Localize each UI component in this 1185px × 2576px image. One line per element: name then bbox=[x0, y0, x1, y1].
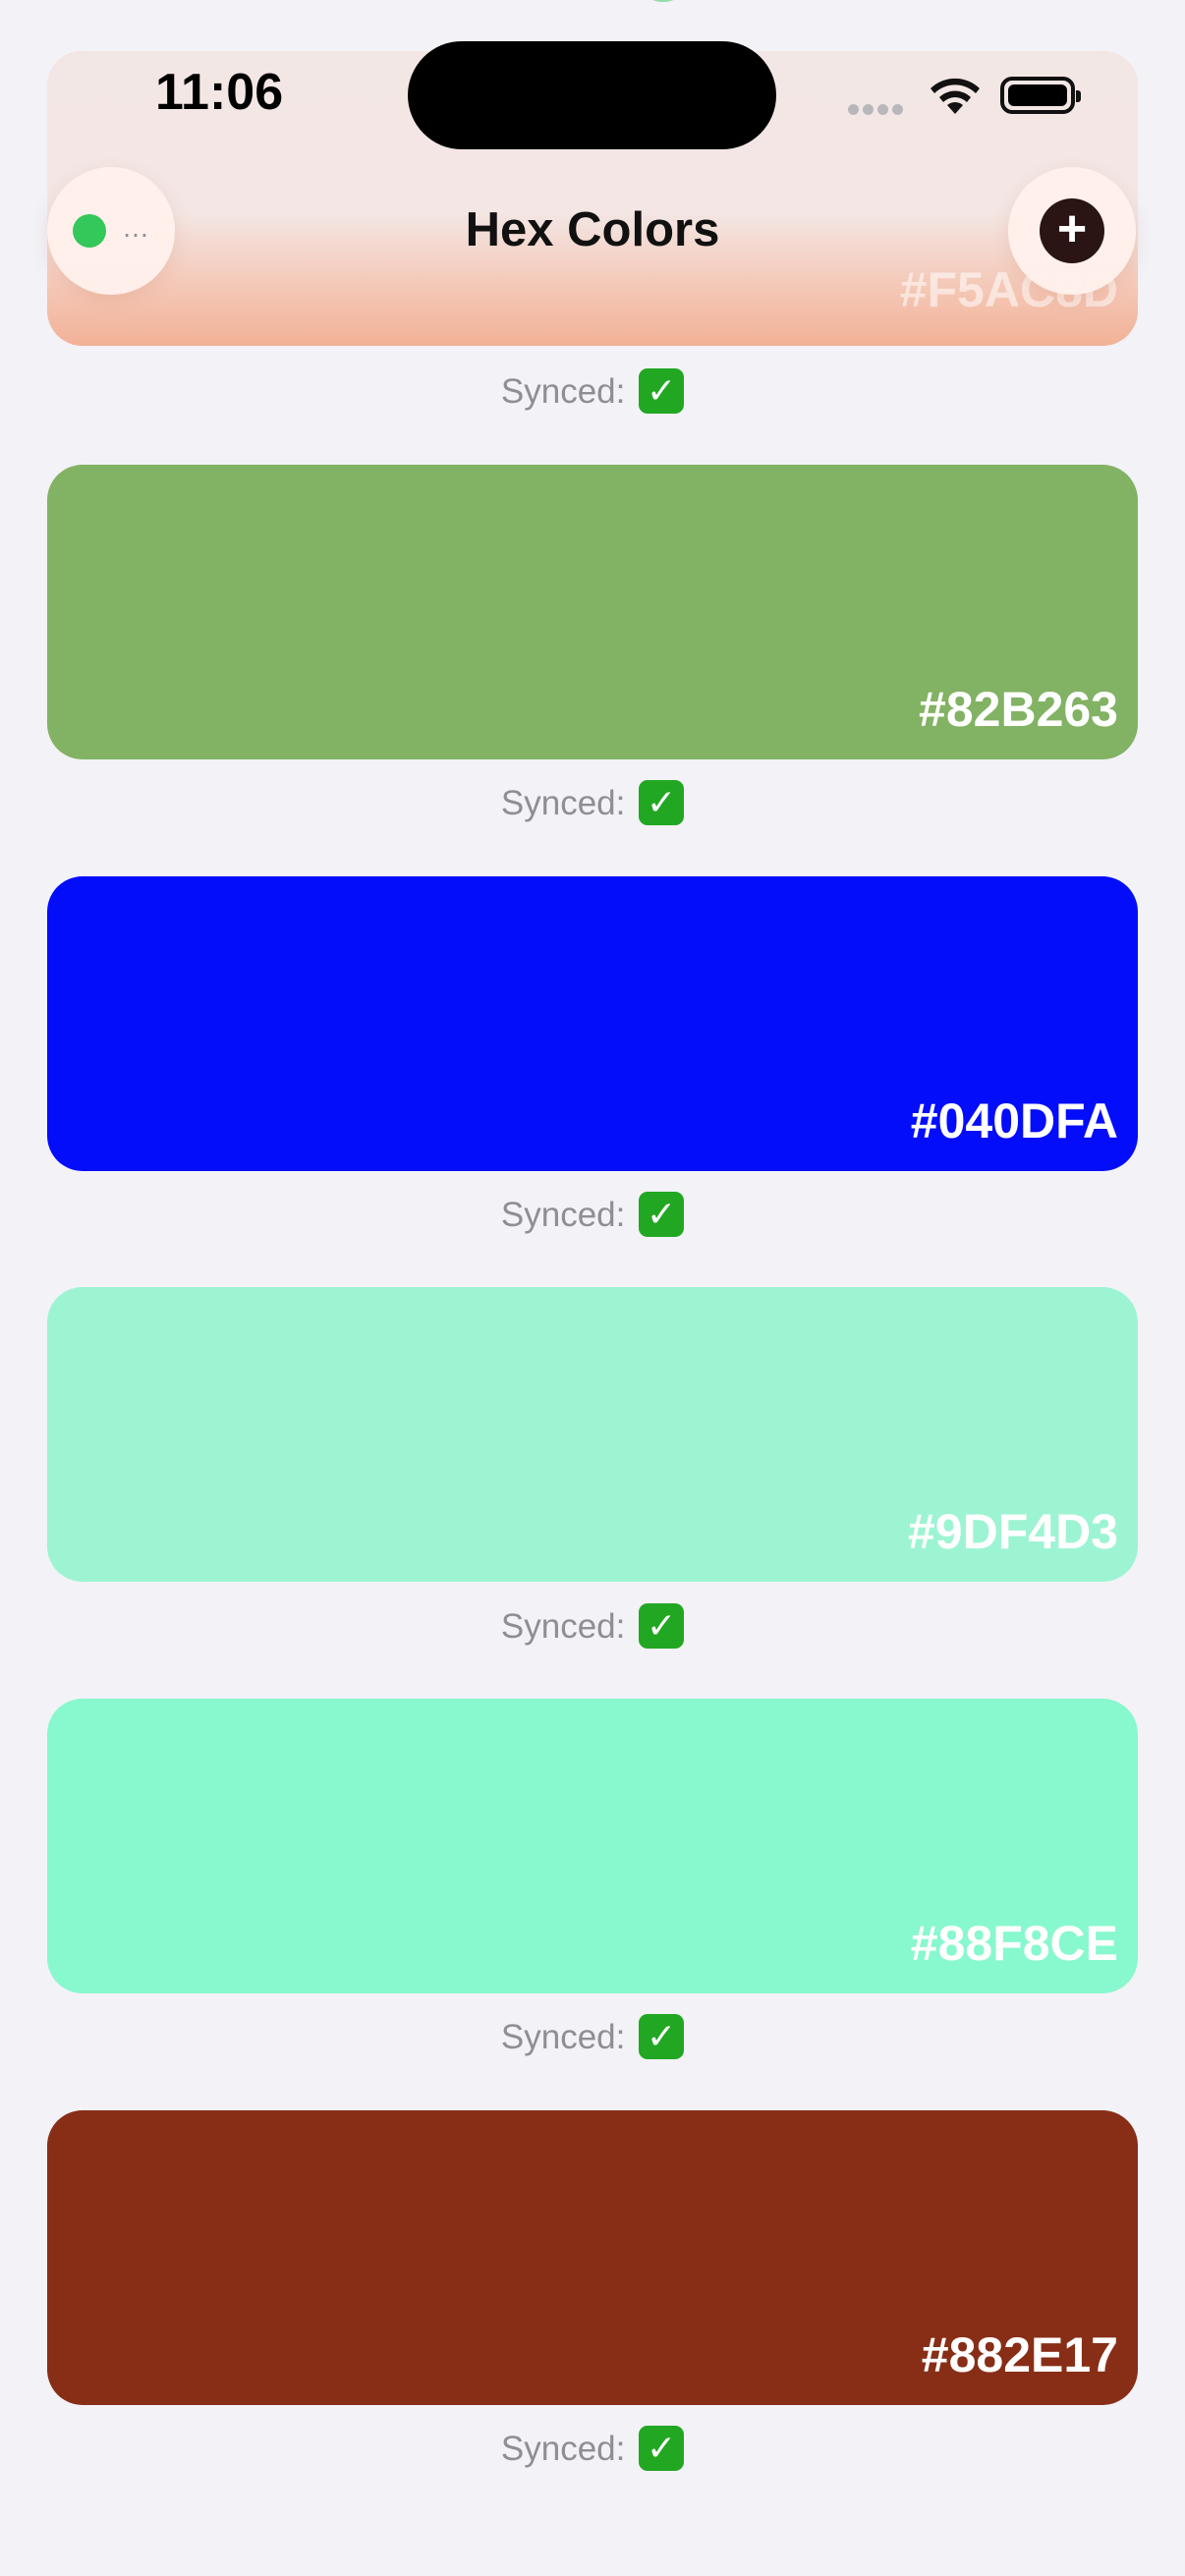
color-card[interactable]: #82B263 bbox=[47, 465, 1138, 759]
hex-label: #882E17 bbox=[921, 2327, 1118, 2382]
sync-status: Synced: ✓ bbox=[0, 2013, 1185, 2062]
check-icon: ✓ bbox=[639, 779, 685, 825]
color-card[interactable]: #882E17 bbox=[47, 2110, 1138, 2405]
sync-label: Synced: bbox=[500, 784, 626, 822]
sync-label: Synced: bbox=[500, 1196, 626, 1234]
sync-label: Synced: bbox=[500, 2430, 626, 2468]
color-card[interactable]: #88F8CE bbox=[47, 1699, 1138, 1993]
sync-label: Synced: bbox=[500, 1607, 626, 1646]
add-color-button[interactable]: + bbox=[1008, 167, 1136, 295]
sync-status: Synced: ✓ bbox=[0, 367, 1185, 417]
color-card[interactable]: #9DF4D3 bbox=[47, 1287, 1138, 1582]
sync-status: Synced: ✓ bbox=[0, 779, 1185, 828]
hex-label: #9DF4D3 bbox=[908, 1504, 1118, 1559]
status-time: 11:06 bbox=[155, 64, 284, 121]
sync-status: Synced: ✓ bbox=[0, 2425, 1185, 2474]
sync-label: Synced: bbox=[500, 372, 626, 411]
sync-status: Synced: ✓ bbox=[0, 1602, 1185, 1652]
sync-label: Synced: bbox=[500, 2018, 626, 2056]
hex-label: #82B263 bbox=[919, 682, 1118, 737]
wifi-icon bbox=[931, 78, 980, 114]
color-list[interactable]: #F5AC8D Synced: ✓ #82B263 Synced: ✓ #040… bbox=[0, 0, 1185, 2576]
sync-dot-partial bbox=[649, 0, 678, 2]
hex-label: #040DFA bbox=[910, 1093, 1118, 1148]
check-icon: ✓ bbox=[639, 367, 685, 414]
check-icon: ✓ bbox=[639, 1602, 685, 1649]
color-card[interactable]: #040DFA bbox=[47, 876, 1138, 1171]
check-icon: ✓ bbox=[639, 2013, 685, 2059]
hex-label: #88F8CE bbox=[910, 1916, 1118, 1971]
dynamic-island bbox=[408, 41, 776, 149]
plus-icon: + bbox=[1040, 198, 1104, 263]
check-icon: ✓ bbox=[639, 1191, 685, 1237]
sync-status: Synced: ✓ bbox=[0, 1191, 1185, 1240]
battery-icon bbox=[1000, 77, 1081, 114]
cellular-signal-icon bbox=[848, 102, 907, 116]
check-icon: ✓ bbox=[639, 2425, 685, 2471]
